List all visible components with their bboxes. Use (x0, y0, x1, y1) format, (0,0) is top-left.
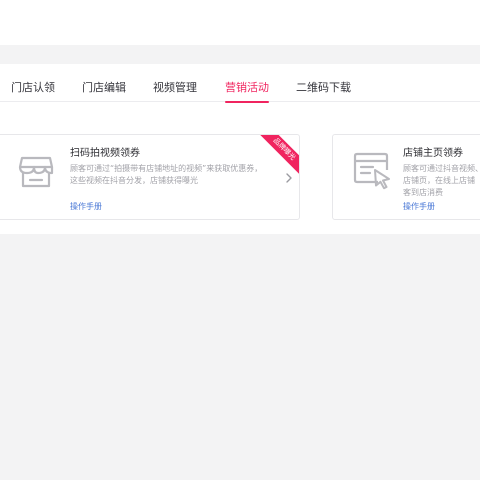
card-desc-line2: 店铺页，在线上店铺 (403, 176, 475, 185)
card-desc-line1: 顾客可通过抖音视频、 (403, 164, 480, 173)
tab-marketing[interactable]: 营销活动 (225, 81, 269, 103)
manual-link[interactable]: 操作手册 (403, 201, 435, 212)
manual-link[interactable]: 操作手册 (70, 201, 102, 212)
tab-bar: 门店认领 门店编辑 视频管理 营销活动 二维码下载 (0, 64, 480, 103)
ribbon-label: 品牌曝光 (271, 136, 298, 162)
active-tab-indicator (225, 101, 269, 103)
scan-video-coupon-card[interactable]: 扫码拍视频领券 顾客可通过“拍摄带有店铺地址的视频”来获取优惠券， 这些视频在抖… (0, 134, 300, 220)
chevron-right-icon[interactable] (285, 173, 293, 183)
store-icon (18, 156, 54, 188)
card-title: 扫码拍视频领券 (70, 148, 140, 159)
store-homepage-coupon-card[interactable]: 店铺主页领券 顾客可通过抖音视频、 店铺页，在线上店铺 客到店消费 操作手册 (332, 134, 480, 220)
tab-store-edit[interactable]: 门店编辑 (82, 81, 126, 95)
card-desc-line1: 顾客可通过“拍摄带有店铺地址的视频”来获取优惠券， (70, 164, 263, 173)
tab-video-manage[interactable]: 视频管理 (153, 81, 197, 95)
tab-marketing-label: 营销活动 (225, 81, 269, 94)
card-title: 店铺主页领券 (403, 148, 463, 159)
browser-cursor-icon (353, 152, 390, 190)
top-bar (0, 0, 480, 45)
card-desc-line2: 这些视频在抖音分发，店铺获得曝光 (70, 176, 198, 185)
brand-exposure-ribbon: 品牌曝光 (258, 135, 299, 175)
tab-qrcode-download[interactable]: 二维码下载 (296, 81, 351, 95)
marketing-panel: 门店认领 门店编辑 视频管理 营销活动 二维码下载 扫码拍视频领券 顾客可通过“… (0, 64, 480, 234)
tab-store-claim[interactable]: 门店认领 (11, 81, 55, 95)
card-desc-line3: 客到店消费 (403, 188, 443, 197)
